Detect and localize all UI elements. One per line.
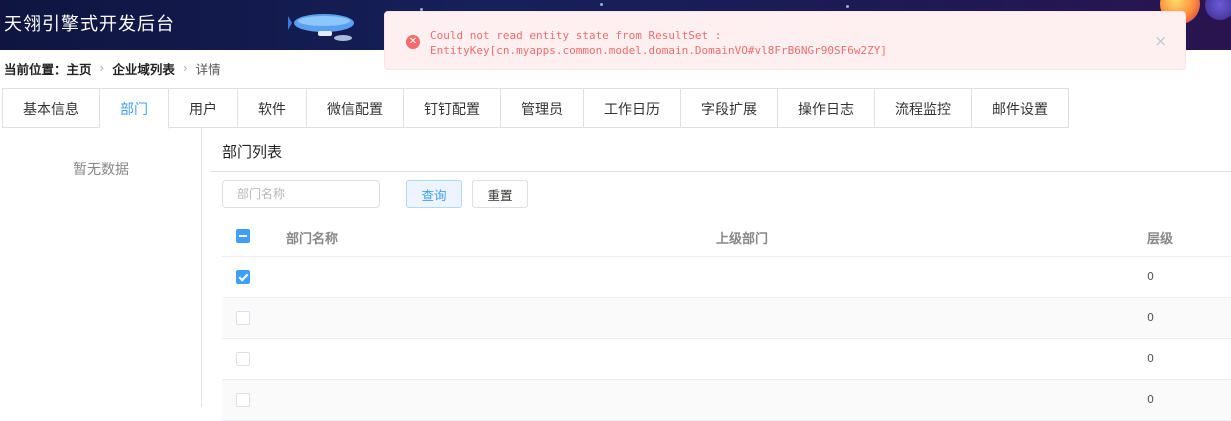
chevron-right-icon: › — [99, 61, 105, 75]
row-checkbox[interactable] — [236, 270, 250, 284]
department-table: 部门名称 上级部门 层级 0 0 0 0 — [222, 216, 1231, 421]
breadcrumb-detail: 详情 — [195, 61, 221, 77]
planet-decoration — [1205, 0, 1231, 20]
column-header-name[interactable]: 部门名称 — [286, 228, 338, 247]
department-tree-panel: 暂无数据 — [0, 128, 202, 407]
tab-wechat-config[interactable]: 微信配置 — [307, 88, 404, 128]
star-decoration — [846, 5, 849, 8]
table-row[interactable]: 0 — [222, 298, 1231, 339]
table-header: 部门名称 上级部门 层级 — [222, 216, 1231, 257]
tab-operation-log[interactable]: 操作日志 — [778, 88, 875, 128]
cell-level: 0 — [1147, 393, 1154, 406]
breadcrumb-domain-list[interactable]: 企业域列表 — [112, 59, 175, 78]
tab-user[interactable]: 用户 — [169, 88, 238, 128]
cell-level: 0 — [1147, 311, 1154, 324]
error-circle-icon: ✕ — [406, 35, 420, 49]
close-icon[interactable]: × — [1154, 32, 1167, 50]
tab-field-extension[interactable]: 字段扩展 — [681, 88, 778, 128]
toast-message: Could not read entity state from ResultS… — [430, 29, 887, 57]
divider — [210, 171, 1231, 172]
select-all-checkbox[interactable] — [236, 229, 250, 243]
tab-mail-settings[interactable]: 邮件设置 — [972, 88, 1069, 128]
table-row[interactable]: 0 — [222, 257, 1231, 298]
error-toast: ✕ Could not read entity state from Resul… — [384, 11, 1186, 70]
chevron-right-icon: › — [182, 61, 188, 75]
column-header-parent[interactable]: 上级部门 — [716, 228, 768, 247]
table-row[interactable]: 0 — [222, 380, 1231, 421]
tab-work-calendar[interactable]: 工作日历 — [584, 88, 681, 128]
tab-bar: 基本信息 部门 用户 软件 微信配置 钉钉配置 管理员 工作日历 字段扩展 操作… — [2, 88, 1069, 129]
breadcrumb-prefix: 当前位置： — [4, 61, 67, 77]
department-name-search-input[interactable] — [222, 180, 380, 208]
row-checkbox[interactable] — [236, 311, 250, 325]
column-header-level[interactable]: 层级 — [1147, 228, 1173, 247]
table-row[interactable]: 0 — [222, 339, 1231, 380]
tab-department[interactable]: 部门 — [100, 88, 169, 129]
row-checkbox[interactable] — [236, 393, 250, 407]
empty-text: 暂无数据 — [73, 162, 129, 178]
tab-dingtalk-config[interactable]: 钉钉配置 — [404, 88, 501, 128]
cell-level: 0 — [1147, 270, 1154, 283]
row-checkbox[interactable] — [236, 352, 250, 366]
star-decoration — [600, 3, 603, 6]
breadcrumb: 当前位置： 主页 › 企业域列表 › 详情 — [4, 59, 221, 77]
tab-software[interactable]: 软件 — [238, 88, 307, 128]
reset-button[interactable]: 重置 — [472, 180, 528, 208]
page-title: 部门列表 — [222, 143, 283, 161]
airship-illustration — [288, 14, 354, 41]
tab-admin[interactable]: 管理员 — [501, 88, 584, 128]
tab-basic-info[interactable]: 基本信息 — [2, 88, 100, 128]
app-title: 天翎引擎式开发后台 — [4, 14, 175, 35]
cell-level: 0 — [1147, 352, 1154, 365]
query-button[interactable]: 查询 — [406, 180, 462, 208]
breadcrumb-home[interactable]: 主页 — [67, 59, 92, 78]
tab-flow-monitor[interactable]: 流程监控 — [875, 88, 972, 128]
